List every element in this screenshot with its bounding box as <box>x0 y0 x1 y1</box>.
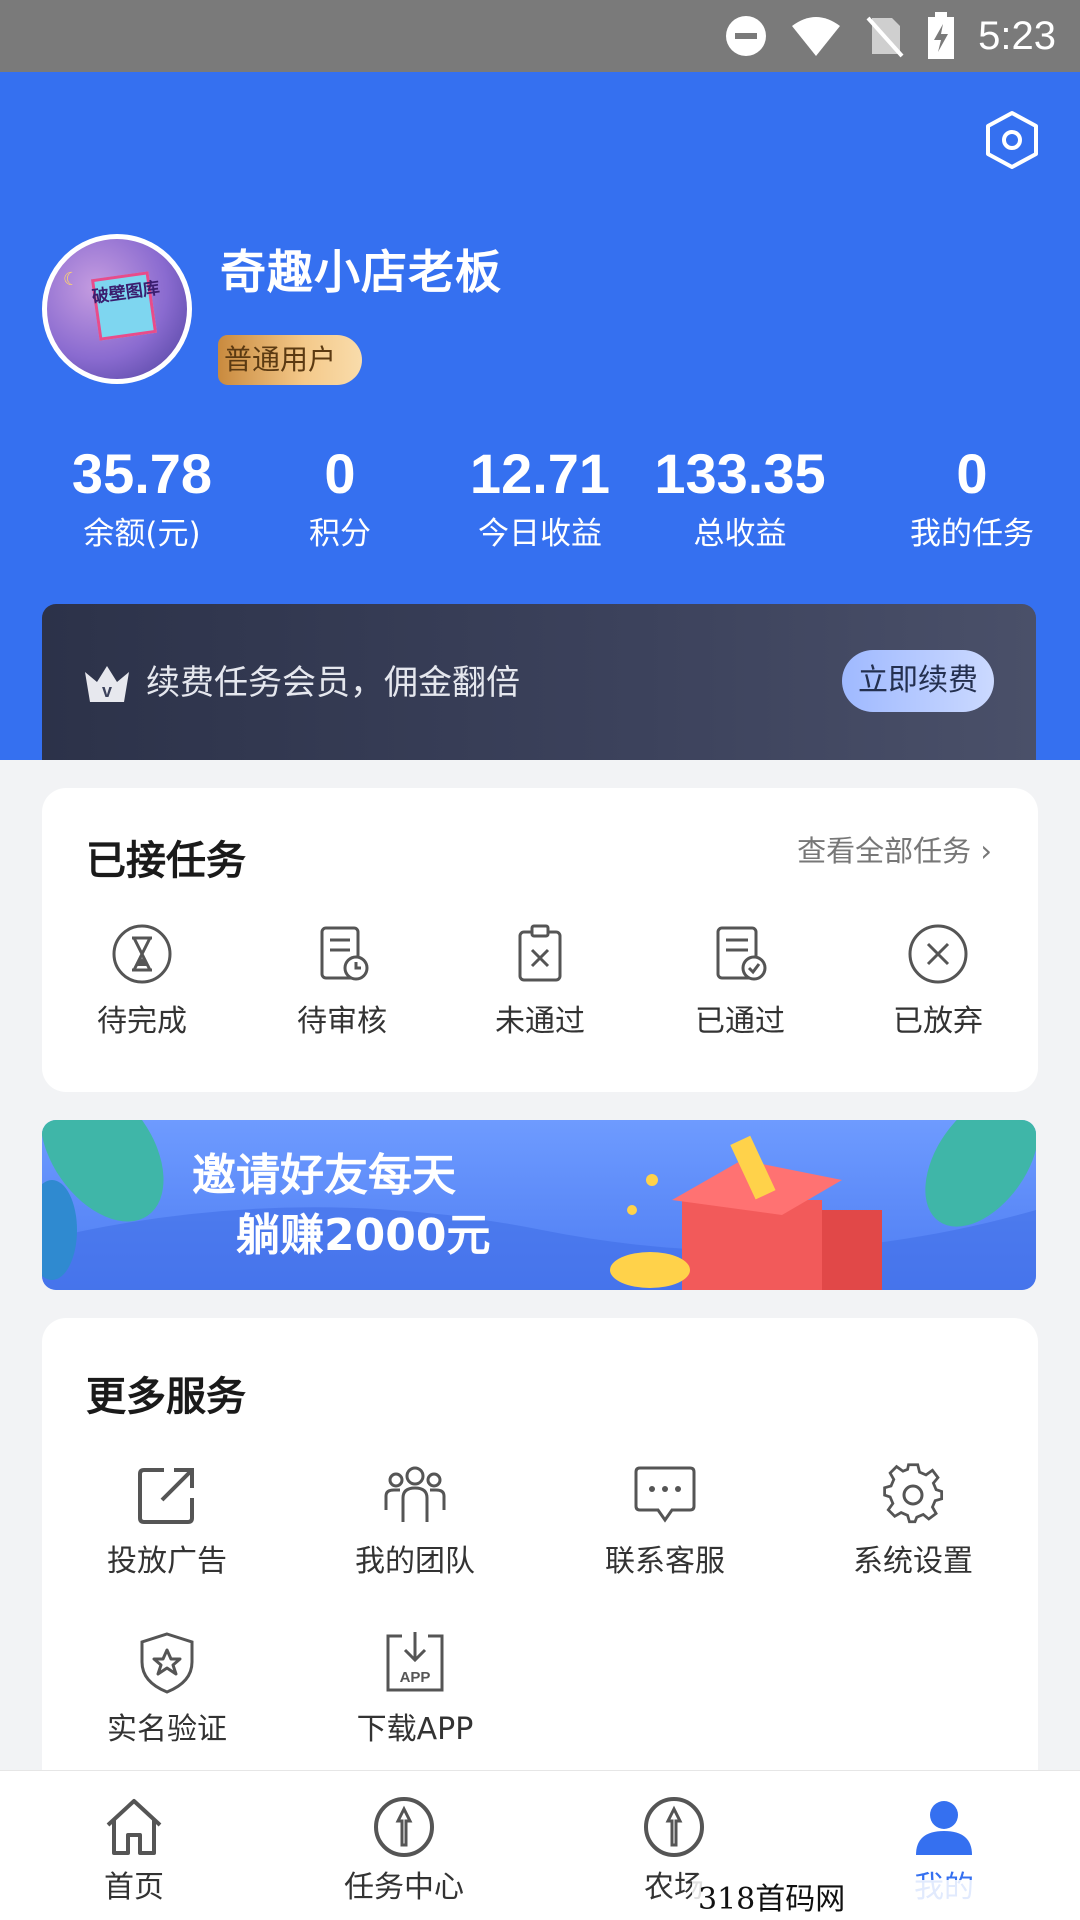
circle-x-icon <box>908 924 968 984</box>
stat-today-income[interactable]: 12.71 今日收益 <box>440 440 640 556</box>
task-approved[interactable]: 已通过 <box>640 922 840 1044</box>
banner-line-2: 躺赚2000元 <box>236 1210 491 1261</box>
clipboard-x-icon <box>518 924 562 982</box>
service-advertise[interactable]: 投放广告 <box>42 1462 292 1584</box>
service-label: 实名验证 <box>107 1712 227 1747</box>
service-label: 下载APP <box>356 1712 474 1747</box>
moon-icon: ☾ <box>63 269 80 290</box>
chevron-right-icon: › <box>980 834 992 868</box>
user-level-badge: 普通用户 <box>218 335 363 385</box>
stat-value: 0 <box>324 442 356 505</box>
stat-my-tasks[interactable]: 0 我的任务 <box>872 440 1072 556</box>
stat-value: 133.35 <box>654 442 826 505</box>
task-label: 已放弃 <box>893 1004 983 1039</box>
section-title: 更多服务 <box>86 1374 246 1420</box>
tab-home[interactable]: 首页 <box>34 1795 234 1909</box>
wifi-icon <box>792 17 841 56</box>
external-link-icon <box>138 1468 194 1524</box>
shield-star-icon <box>140 1632 194 1694</box>
stat-balance[interactable]: 35.78 余额(元) <box>42 440 242 556</box>
stat-label: 余额(元) <box>83 516 201 552</box>
stat-value: 0 <box>956 442 988 505</box>
username: 奇趣小店老板 <box>220 245 502 299</box>
avatar[interactable]: ☾ 破壁图库 <box>42 234 192 384</box>
app-icon-text: APP <box>400 1669 431 1686</box>
stat-label: 积分 <box>309 516 371 552</box>
service-label: 我的团队 <box>355 1544 475 1579</box>
gear-icon <box>883 1463 944 1524</box>
vip-banner[interactable]: v 续费任务会员，佣金翻倍 立即续费 <box>42 604 1036 760</box>
task-reviewing[interactable]: 待审核 <box>242 922 442 1044</box>
no-sim-icon <box>866 16 904 58</box>
banner-text: 邀请好友每天 躺赚2000元 <box>192 1146 490 1266</box>
stat-label: 总收益 <box>693 516 787 552</box>
banner-line-1: 邀请好友每天 <box>192 1150 456 1201</box>
stat-total-income[interactable]: 133.35 总收益 <box>640 440 840 556</box>
service-label: 系统设置 <box>853 1544 973 1579</box>
battery-charging-icon <box>928 12 955 59</box>
stats-row: 35.78 余额(元) 0 积分 12.71 今日收益 133.35 总收益 0… <box>0 440 1080 580</box>
document-clock-icon <box>320 926 369 981</box>
stat-label: 今日收益 <box>478 516 602 552</box>
stat-value: 12.71 <box>469 442 611 505</box>
hourglass-icon <box>112 924 172 984</box>
team-icon <box>384 1466 446 1522</box>
service-label: 投放广告 <box>107 1544 227 1579</box>
task-abandoned[interactable]: 已放弃 <box>838 922 1038 1044</box>
stat-value: 35.78 <box>71 442 213 505</box>
service-label: 联系客服 <box>605 1544 725 1579</box>
task-label: 待完成 <box>97 1004 187 1039</box>
document-check-icon <box>716 926 767 981</box>
status-icons: 5:23 <box>724 0 1056 72</box>
task-label: 已通过 <box>695 1004 785 1039</box>
service-verify[interactable]: 实名验证 <box>42 1630 292 1752</box>
renew-button[interactable]: 立即续费 <box>842 650 994 712</box>
task-pending[interactable]: 待完成 <box>42 922 242 1044</box>
settings-hex-icon[interactable] <box>984 110 1040 170</box>
vip-crown-icon: v <box>85 666 129 702</box>
stat-label: 我的任务 <box>910 516 1034 552</box>
tab-label: 首页 <box>104 1870 164 1905</box>
more-services-card: 更多服务 投放广告 我的团队 联系客服 系统设置 实名验证 APP 下载APP <box>42 1318 1038 1798</box>
download-app-icon: APP <box>386 1632 444 1692</box>
dnd-icon <box>726 16 767 56</box>
service-download-app[interactable]: APP 下载APP <box>290 1630 540 1752</box>
stat-points[interactable]: 0 积分 <box>240 440 440 556</box>
task-label: 待审核 <box>297 1004 387 1039</box>
watermark: 318首码网 www.e318.com <box>692 1880 1080 1920</box>
status-time: 5:23 <box>978 13 1056 58</box>
service-support[interactable]: 联系客服 <box>540 1462 790 1584</box>
view-all-label: 查看全部任务 <box>797 834 972 868</box>
vip-text: 续费任务会员，佣金翻倍 <box>146 663 520 703</box>
task-rejected[interactable]: 未通过 <box>440 922 640 1044</box>
task-label: 未通过 <box>495 1004 585 1039</box>
view-all-tasks-link[interactable]: 查看全部任务 › <box>797 826 992 876</box>
service-settings[interactable]: 系统设置 <box>788 1462 1038 1584</box>
tab-task-center[interactable]: 任务中心 <box>304 1795 504 1909</box>
section-title: 已接任务 <box>86 838 246 884</box>
invite-friends-banner[interactable]: 邀请好友每天 躺赚2000元 <box>42 1120 1036 1290</box>
status-bar: 5:23 <box>0 0 1080 72</box>
tab-label: 任务中心 <box>344 1870 464 1905</box>
chat-icon <box>634 1466 696 1523</box>
svg-text:v: v <box>102 681 112 701</box>
task-center-icon <box>374 1797 434 1857</box>
user-icon <box>916 1801 972 1855</box>
farm-icon <box>644 1797 704 1857</box>
home-icon <box>106 1799 162 1855</box>
service-team[interactable]: 我的团队 <box>290 1462 540 1584</box>
accepted-tasks-card: 已接任务 查看全部任务 › 待完成 待审核 未通过 已通过 已放弃 <box>42 788 1038 1092</box>
